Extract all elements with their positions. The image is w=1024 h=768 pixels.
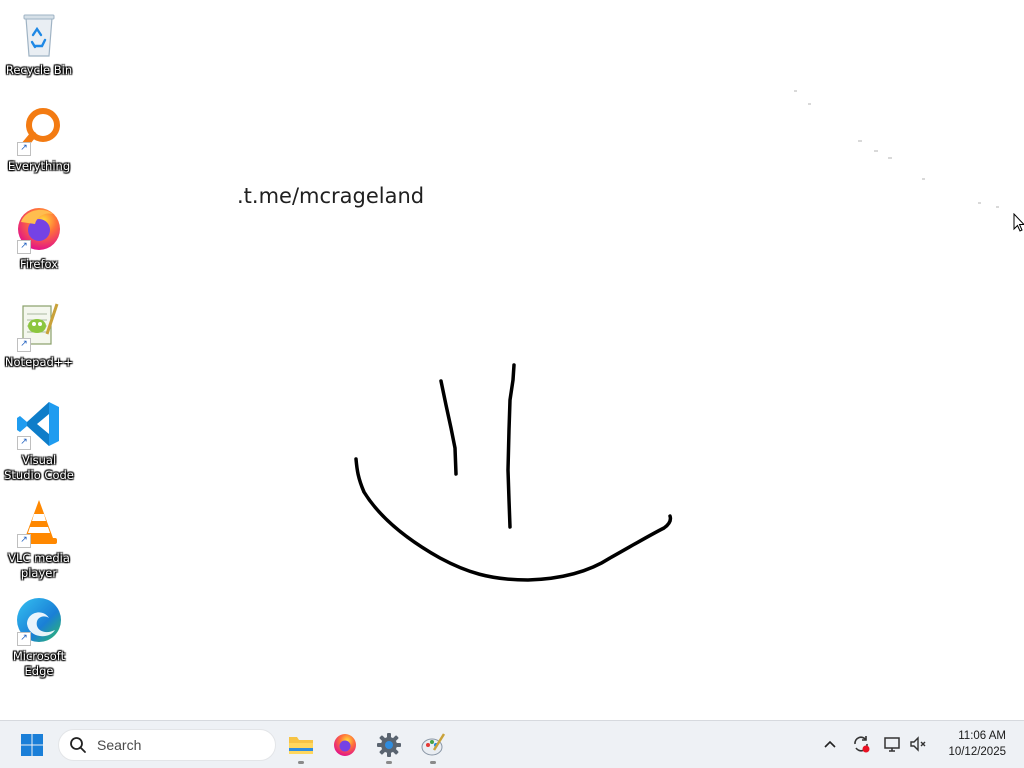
mouse-cursor-icon bbox=[1013, 213, 1024, 232]
faint-specks bbox=[794, 90, 999, 208]
firefox-icon bbox=[334, 734, 356, 756]
show-hidden-icons-button[interactable] bbox=[819, 733, 841, 755]
tray-volume[interactable] bbox=[908, 733, 930, 755]
tray-network[interactable] bbox=[882, 733, 904, 755]
taskbar-paint[interactable] bbox=[413, 725, 453, 765]
running-indicator bbox=[298, 761, 304, 764]
drawn-smile bbox=[354, 457, 673, 582]
hand-drawn-face bbox=[354, 90, 999, 582]
search-input[interactable] bbox=[95, 736, 259, 754]
settings-gear-icon bbox=[377, 733, 401, 757]
clock-time: 11:06 AM bbox=[958, 730, 1006, 742]
taskbar-settings[interactable] bbox=[369, 725, 409, 765]
file-explorer-icon bbox=[289, 737, 313, 754]
taskbar-file-explorer[interactable] bbox=[281, 725, 321, 765]
sync-alert-icon bbox=[854, 736, 870, 753]
running-indicator bbox=[430, 761, 436, 764]
desktop[interactable]: Recycle Bin ↗ Everything ↗ Firefox ↗ Not… bbox=[0, 0, 1024, 720]
paint-icon bbox=[421, 733, 446, 756]
volume-muted-icon bbox=[910, 736, 926, 752]
search-icon bbox=[70, 737, 86, 753]
tray-sync-status[interactable] bbox=[850, 733, 872, 755]
drawn-line-right bbox=[506, 363, 516, 529]
taskbar-search-box[interactable] bbox=[58, 729, 276, 761]
drawn-line-left bbox=[439, 379, 458, 476]
taskbar-clock[interactable]: 11:06 AM 10/12/2025 bbox=[948, 728, 1006, 760]
taskbar: 11:06 AM 10/12/2025 bbox=[0, 720, 1024, 768]
taskbar-firefox[interactable] bbox=[325, 725, 365, 765]
start-button[interactable] bbox=[12, 725, 52, 765]
network-icon bbox=[884, 737, 900, 752]
chevron-up-icon bbox=[824, 740, 836, 748]
windows-logo-icon bbox=[21, 734, 43, 756]
running-indicator bbox=[386, 761, 392, 764]
clock-date: 10/12/2025 bbox=[948, 746, 1006, 758]
